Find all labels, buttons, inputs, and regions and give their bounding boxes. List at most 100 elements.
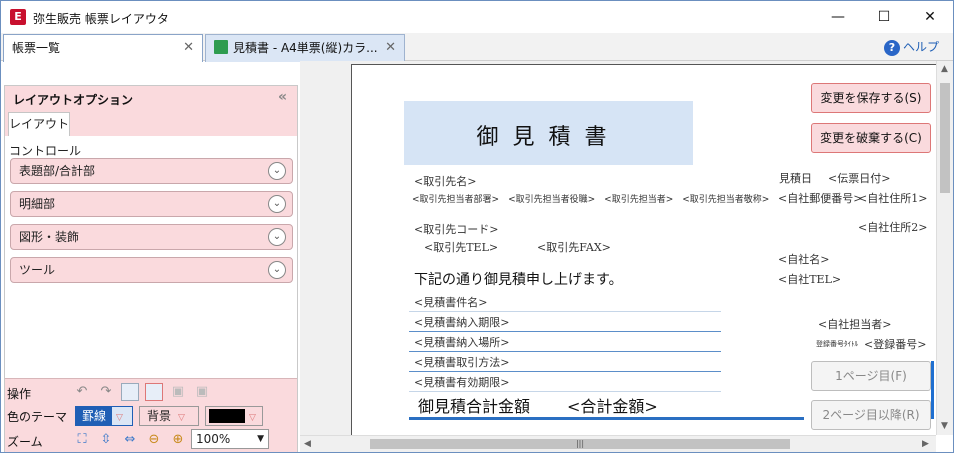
dropdown-icon: ▽ <box>249 413 256 423</box>
document-title: 御見積書 <box>476 125 621 150</box>
chevron-down-icon: ⌄ <box>268 162 286 180</box>
divider <box>409 311 721 312</box>
section-header-total[interactable]: 表題部/合計部 ⌄ <box>10 158 293 184</box>
scroll-left-icon[interactable]: ◀ <box>304 439 311 449</box>
tab-estimate[interactable]: 見積書 - A4単票(縦)カラ... ✕ <box>205 34 405 62</box>
zoom-select[interactable]: 100% ▼ <box>191 429 269 449</box>
controls-label: コントロール <box>9 144 82 158</box>
close-tab-icon[interactable]: ✕ <box>183 35 194 61</box>
collapse-icon[interactable]: « <box>278 89 287 105</box>
grid-icon[interactable] <box>121 383 139 401</box>
zoom-out-icon[interactable]: ⊖ <box>145 431 163 449</box>
dropdown-icon: ▼ <box>257 434 264 444</box>
field-customer-contact[interactable]: <取引先担当者部署> <取引先担当者役職> <取引先担当者> <取引先担当者敬称… <box>412 192 769 205</box>
divider <box>409 371 721 372</box>
fill-color-select[interactable]: ▽ <box>205 406 263 426</box>
divider <box>409 391 721 392</box>
field-reg-number[interactable]: <登録番号> <box>864 336 926 352</box>
field-customer-code[interactable]: <取引先コード> <box>414 221 498 237</box>
tab-label: 帳票一覧 <box>12 41 61 55</box>
section-label: 表題部/合計部 <box>19 164 96 178</box>
scroll-thumb[interactable] <box>940 83 950 193</box>
operations-label: 操作 <box>7 387 32 401</box>
estimate-date-label[interactable]: 見積日 <box>779 170 812 186</box>
grid-snap-icon[interactable] <box>145 383 163 401</box>
page2-button[interactable]: 2ページ目以降(R) <box>811 400 931 430</box>
border-label: 罫線 <box>76 407 112 425</box>
save-changes-button[interactable]: 変更を保存する(S) <box>811 83 931 113</box>
section-detail[interactable]: 明細部 ⌄ <box>10 191 293 217</box>
background-color-select[interactable]: 背景 ▽ <box>139 406 199 426</box>
operations-bar: 操作 ↶ ↷ ▣ ▣ 色のテーマ 罫線 ▽ 背景 ▽ ▽ ズーム ⛶ ⇳ ⇔ ⊖ ⊕ <box>5 378 297 452</box>
maximize-button[interactable]: ☐ <box>861 1 907 33</box>
section-tools[interactable]: ツール ⌄ <box>10 257 293 283</box>
field-reg-title[interactable]: 登録番号ﾀｲﾄﾙ <box>816 339 858 349</box>
layout-options-panel: レイアウトオプション « レイアウト コントロール 表題部/合計部 ⌄ 明細部 … <box>4 85 298 452</box>
help-link[interactable]: ? ヘルプ <box>883 38 939 56</box>
spreadsheet-icon <box>214 40 228 54</box>
scroll-up-icon[interactable]: ▲ <box>941 64 948 74</box>
tab-bar: 帳票一覧 ✕ 見積書 - A4単票(縦)カラ... ✕ ? ヘルプ <box>1 33 953 62</box>
color-swatch <box>209 409 245 423</box>
greeting-text[interactable]: 下記の通り御見積申し上げます。 <box>414 269 623 289</box>
field-delivery-deadline[interactable]: <見積書納入期限> <box>414 314 509 330</box>
title-box[interactable]: 御見積書 <box>404 101 693 165</box>
fit-page-icon[interactable]: ⛶ <box>73 431 91 449</box>
undo-icon[interactable]: ↶ <box>73 383 91 401</box>
field-customer-tel[interactable]: <取引先TEL> <box>424 239 498 255</box>
zoom-label: ズーム <box>7 435 43 449</box>
field-company-name[interactable]: <自社名> <box>778 251 829 267</box>
divider <box>409 331 721 332</box>
field-company-address1[interactable]: <自社住所1> <box>858 190 927 206</box>
scroll-down-icon[interactable]: ▼ <box>941 421 948 431</box>
section-label: 図形・装飾 <box>19 230 80 244</box>
horizontal-scrollbar[interactable]: ◀ ||| ▶ <box>300 435 936 452</box>
divider <box>409 351 721 352</box>
total-underline <box>409 417 804 420</box>
field-total-amount[interactable]: <合計金額> <box>567 393 658 417</box>
send-back-icon[interactable]: ▣ <box>193 383 211 401</box>
panel-header: レイアウトオプション « レイアウト <box>5 86 297 136</box>
field-company-address2[interactable]: <自社住所2> <box>858 219 927 235</box>
page-indicator <box>931 361 934 419</box>
field-company-postal[interactable]: <自社郵便番号> <box>778 190 862 206</box>
field-company-rep[interactable]: <自社担当者> <box>818 316 891 332</box>
zoom-value: 100% <box>196 432 231 446</box>
help-label: ヘルプ <box>902 40 939 54</box>
window-title: 弥生販売 帳票レイアウタ <box>33 12 169 26</box>
scroll-thumb[interactable]: ||| <box>370 439 790 449</box>
total-label[interactable]: 御見積合計金額 <box>418 393 530 417</box>
fit-height-icon[interactable]: ⇳ <box>97 431 115 449</box>
border-color-select[interactable]: 罫線 ▽ <box>75 406 133 426</box>
field-estimate-date[interactable]: <伝票日付> <box>828 170 890 186</box>
section-shapes[interactable]: 図形・装飾 ⌄ <box>10 224 293 250</box>
close-tab-icon[interactable]: ✕ <box>385 35 396 61</box>
page1-button[interactable]: 1ページ目(F) <box>811 361 931 391</box>
close-button[interactable]: ✕ <box>907 1 953 33</box>
tab-layout[interactable]: レイアウト <box>8 112 70 136</box>
field-delivery-place[interactable]: <見積書納入場所> <box>414 334 509 350</box>
tab-form-list[interactable]: 帳票一覧 ✕ <box>3 34 203 62</box>
fit-width-icon[interactable]: ⇔ <box>121 431 139 449</box>
app-icon: E <box>10 9 26 25</box>
field-customer-name[interactable]: <取引先名> <box>414 173 476 189</box>
minimize-button[interactable]: — <box>815 1 861 33</box>
color-theme-label: 色のテーマ <box>7 410 68 424</box>
field-customer-fax[interactable]: <取引先FAX> <box>537 239 611 255</box>
discard-changes-button[interactable]: 変更を破棄する(C) <box>811 123 931 153</box>
panel-title: レイアウトオプション <box>13 93 134 107</box>
field-subject[interactable]: <見積書件名> <box>414 294 487 310</box>
tab-label: 見積書 - A4単票(縦)カラ... <box>233 41 378 55</box>
title-bar: E 弥生販売 帳票レイアウタ — ☐ ✕ <box>1 1 953 33</box>
field-trade-method[interactable]: <見積書取引方法> <box>414 354 509 370</box>
chevron-down-icon: ⌄ <box>268 261 286 279</box>
field-company-tel[interactable]: <自社TEL> <box>778 271 841 287</box>
chevron-down-icon: ⌄ <box>268 228 286 246</box>
bring-front-icon[interactable]: ▣ <box>169 383 187 401</box>
scroll-right-icon[interactable]: ▶ <box>922 439 929 449</box>
vertical-scrollbar[interactable]: ▲ ▼ <box>936 61 953 435</box>
redo-icon[interactable]: ↷ <box>97 383 115 401</box>
zoom-in-icon[interactable]: ⊕ <box>169 431 187 449</box>
field-valid-period[interactable]: <見積書有効期限> <box>414 374 509 390</box>
background-label: 背景 <box>146 409 171 423</box>
